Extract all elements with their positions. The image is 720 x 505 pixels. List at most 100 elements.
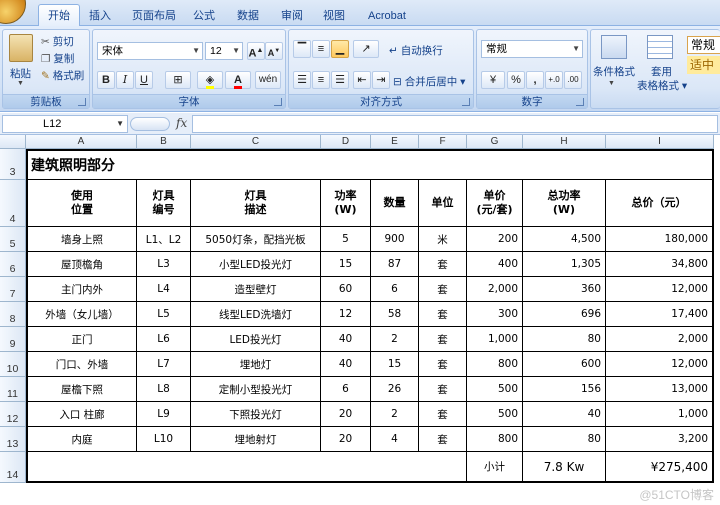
table-cell[interactable]: 屋顶檐角 <box>26 252 137 277</box>
underline-button[interactable]: U <box>135 71 153 89</box>
table-cell[interactable]: 500 <box>467 402 523 427</box>
table-cell[interactable]: 套 <box>419 377 467 402</box>
formula-bar-handle[interactable] <box>130 117 170 131</box>
table-cell[interactable]: 80 <box>523 427 606 452</box>
table-cell[interactable]: 200 <box>467 227 523 252</box>
table-cell[interactable]: 20 <box>321 427 371 452</box>
table-cell[interactable]: 800 <box>467 352 523 377</box>
chevron-down-icon[interactable]: ▼ <box>116 116 124 132</box>
align-center-button[interactable]: ≡ <box>312 71 330 89</box>
table-cell[interactable]: 800 <box>467 427 523 452</box>
tab-insert[interactable]: 插入 <box>84 6 116 26</box>
formula-input[interactable] <box>192 115 718 133</box>
table-format-icon[interactable] <box>647 35 673 59</box>
table-cell[interactable]: 900 <box>371 227 419 252</box>
fill-color-button[interactable]: ◈ <box>197 71 223 89</box>
clipboard-launcher-icon[interactable] <box>78 98 86 106</box>
table-cell[interactable]: 门口、外墙 <box>26 352 137 377</box>
style-neutral[interactable]: 适中 <box>687 56 720 74</box>
column-header-d[interactable]: D <box>321 135 371 149</box>
currency-button[interactable]: ¥ <box>481 71 505 89</box>
column-header-i[interactable]: I <box>606 135 714 149</box>
table-cell[interactable]: 80 <box>523 327 606 352</box>
table-cell[interactable]: 156 <box>523 377 606 402</box>
alignment-launcher-icon[interactable] <box>462 98 470 106</box>
table-cell[interactable]: 12 <box>321 302 371 327</box>
table-cell[interactable]: 2 <box>371 327 419 352</box>
table-cell[interactable]: 5 <box>321 227 371 252</box>
column-header-h[interactable]: H <box>523 135 606 149</box>
paste-icon[interactable] <box>9 34 33 62</box>
column-header-e[interactable]: E <box>371 135 419 149</box>
table-cell[interactable]: 1,000 <box>606 402 714 427</box>
font-size-select[interactable]: 12 ▼ <box>205 42 243 60</box>
number-format-select[interactable]: 常规 ▼ <box>481 40 583 58</box>
table-header-cell[interactable]: 单价 (元/套) <box>467 180 523 227</box>
italic-button[interactable]: I <box>116 71 134 89</box>
table-cell[interactable]: 500 <box>467 377 523 402</box>
table-cell[interactable]: 12,000 <box>606 277 714 302</box>
cut-button[interactable]: ✂ 剪切 <box>41 34 74 49</box>
table-header-cell[interactable]: 灯具 编号 <box>137 180 191 227</box>
table-cell[interactable]: 埋地灯 <box>191 352 321 377</box>
table-header-cell[interactable]: 总功率 (W) <box>523 180 606 227</box>
borders-button[interactable]: ⊞ <box>165 71 191 89</box>
table-cell[interactable]: 1,305 <box>523 252 606 277</box>
row-header-14[interactable]: 14 <box>0 452 26 483</box>
phonetic-button[interactable]: wén <box>255 71 281 89</box>
wrap-text-button[interactable]: ↵ 自动换行 <box>389 43 443 58</box>
table-cell[interactable]: 400 <box>467 252 523 277</box>
table-header-cell[interactable]: 单位 <box>419 180 467 227</box>
table-cell[interactable]: 13,000 <box>606 377 714 402</box>
table-header-cell[interactable]: 使用 位置 <box>26 180 137 227</box>
table-cell[interactable]: 埋地射灯 <box>191 427 321 452</box>
comma-button[interactable]: , <box>526 71 544 89</box>
align-middle-button[interactable]: ≡ <box>312 40 330 58</box>
table-cell[interactable]: 12,000 <box>606 352 714 377</box>
row-header-7[interactable]: 7 <box>0 277 26 302</box>
table-cell[interactable]: L1、L2 <box>137 227 191 252</box>
table-cell[interactable]: 20 <box>321 402 371 427</box>
row-header-4[interactable]: 4 <box>0 180 26 227</box>
table-cell[interactable]: 300 <box>467 302 523 327</box>
table-cell[interactable]: 696 <box>523 302 606 327</box>
row-header-6[interactable]: 6 <box>0 252 26 277</box>
align-right-button[interactable]: ☰ <box>331 71 349 89</box>
table-cell[interactable]: 58 <box>371 302 419 327</box>
column-header-c[interactable]: C <box>191 135 321 149</box>
column-header-a[interactable]: A <box>26 135 137 149</box>
table-cell[interactable]: 4 <box>371 427 419 452</box>
row-header-10[interactable]: 10 <box>0 352 26 377</box>
table-cell[interactable]: 定制小型投光灯 <box>191 377 321 402</box>
row-header-5[interactable]: 5 <box>0 227 26 252</box>
number-launcher-icon[interactable] <box>576 98 584 106</box>
tab-data[interactable]: 数据 <box>232 6 264 26</box>
table-cell[interactable]: 4,500 <box>523 227 606 252</box>
table-cell[interactable]: 外墙（女儿墙） <box>26 302 137 327</box>
row-header-13[interactable]: 13 <box>0 427 26 452</box>
table-cell[interactable]: 屋檐下照 <box>26 377 137 402</box>
column-header-g[interactable]: G <box>467 135 523 149</box>
table-cell[interactable]: 套 <box>419 302 467 327</box>
table-cell[interactable]: 造型壁灯 <box>191 277 321 302</box>
grow-font-button[interactable]: A▲ <box>247 42 265 60</box>
row-header-9[interactable]: 9 <box>0 327 26 352</box>
tab-home[interactable]: 开始 <box>38 4 80 27</box>
table-cell[interactable]: 套 <box>419 252 467 277</box>
table-cell[interactable]: 5050灯条，配挡光板 <box>191 227 321 252</box>
table-cell[interactable]: 15 <box>371 352 419 377</box>
insert-function-button[interactable]: fx <box>176 116 187 130</box>
table-cell[interactable]: 套 <box>419 427 467 452</box>
table-cell[interactable]: 3,200 <box>606 427 714 452</box>
column-header-b[interactable]: B <box>137 135 191 149</box>
table-cell[interactable]: 小型LED投光灯 <box>191 252 321 277</box>
table-cell[interactable]: 套 <box>419 352 467 377</box>
align-left-button[interactable]: ☰ <box>293 71 311 89</box>
table-cell[interactable]: 2,000 <box>606 327 714 352</box>
table-header-cell[interactable]: 总价（元） <box>606 180 714 227</box>
format-painter-button[interactable]: ✎ 格式刷 <box>41 68 84 83</box>
table-cell[interactable]: 套 <box>419 402 467 427</box>
table-cell[interactable]: 87 <box>371 252 419 277</box>
table-cell[interactable]: L4 <box>137 277 191 302</box>
font-name-select[interactable]: 宋体 ▼ <box>97 42 203 60</box>
